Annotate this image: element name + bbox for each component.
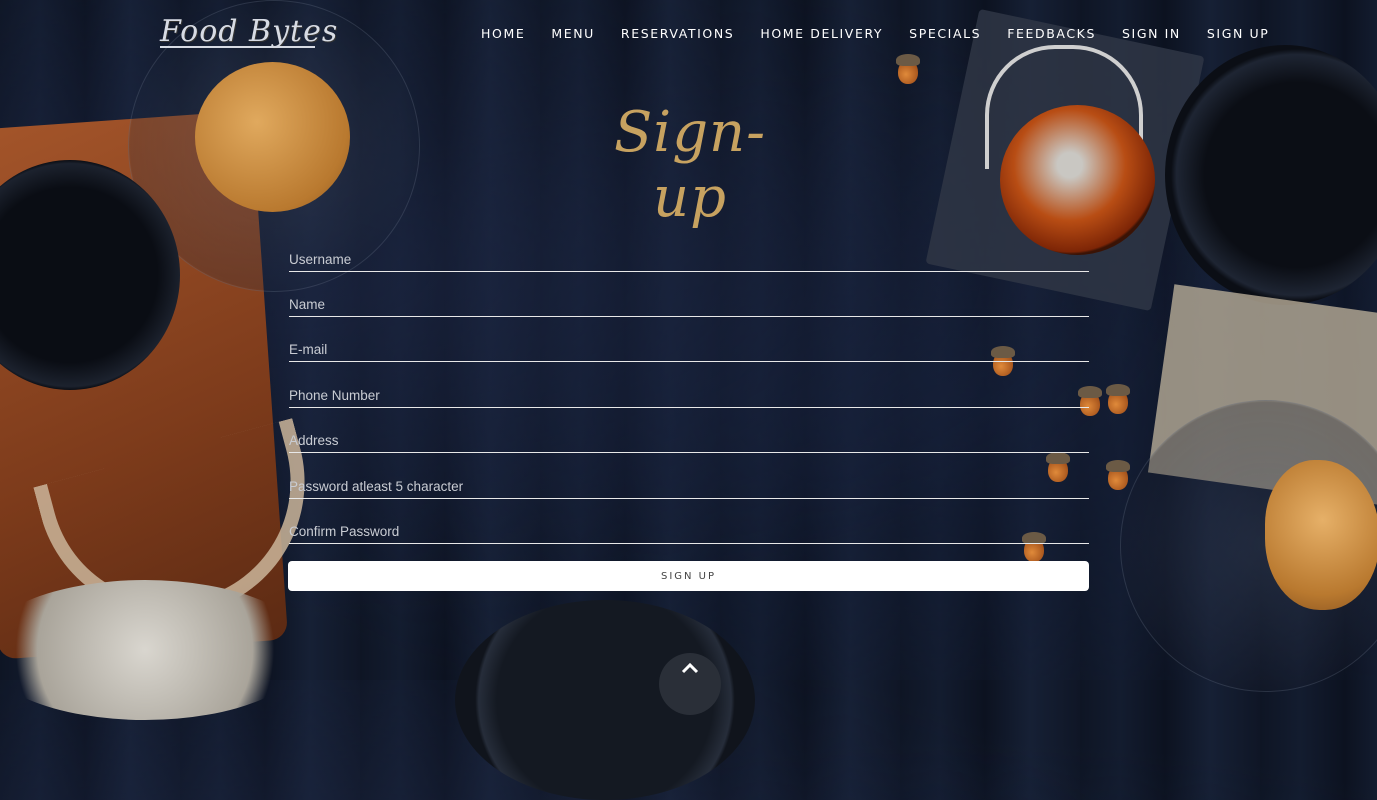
sign-up-button[interactable]: SIGN UP	[288, 561, 1089, 591]
password-field	[289, 476, 1089, 499]
username-field	[289, 249, 1089, 272]
cookie-image	[195, 62, 350, 212]
nav-home[interactable]: HOME	[481, 26, 525, 41]
acorn-image	[896, 54, 920, 84]
fur-image	[0, 580, 310, 720]
logo-underline	[160, 46, 315, 48]
chevron-up-icon	[681, 661, 699, 678]
main-nav: HOME MENU RESERVATIONS HOME DELIVERY SPE…	[481, 26, 1269, 41]
email-field	[289, 339, 1089, 362]
password-input[interactable]	[289, 476, 1089, 496]
name-input[interactable]	[289, 294, 1089, 314]
teapot-image	[1000, 105, 1155, 255]
acorn-image	[1106, 384, 1130, 414]
page-title: Sign-up	[613, 100, 767, 230]
nav-specials[interactable]: SPECIALS	[909, 26, 981, 41]
phone-field	[289, 385, 1089, 408]
nav-reservations[interactable]: RESERVATIONS	[621, 26, 734, 41]
email-input[interactable]	[289, 339, 1089, 359]
scroll-to-top-button[interactable]	[659, 653, 721, 715]
address-field	[289, 430, 1089, 453]
username-input[interactable]	[289, 249, 1089, 269]
acorn-image	[1106, 460, 1130, 490]
nav-sign-up[interactable]: SIGN UP	[1207, 26, 1270, 41]
nav-home-delivery[interactable]: HOME DELIVERY	[760, 26, 883, 41]
cookie-image	[1265, 460, 1377, 610]
confirm-password-field	[289, 521, 1089, 544]
address-input[interactable]	[289, 430, 1089, 450]
phone-input[interactable]	[289, 385, 1089, 405]
confirm-password-input[interactable]	[289, 521, 1089, 541]
name-field	[289, 294, 1089, 317]
nav-menu[interactable]: MENU	[551, 26, 595, 41]
nav-sign-in[interactable]: SIGN IN	[1122, 26, 1181, 41]
nav-feedbacks[interactable]: FEEDBACKS	[1007, 26, 1096, 41]
site-logo[interactable]: Food Bytes	[160, 14, 338, 49]
